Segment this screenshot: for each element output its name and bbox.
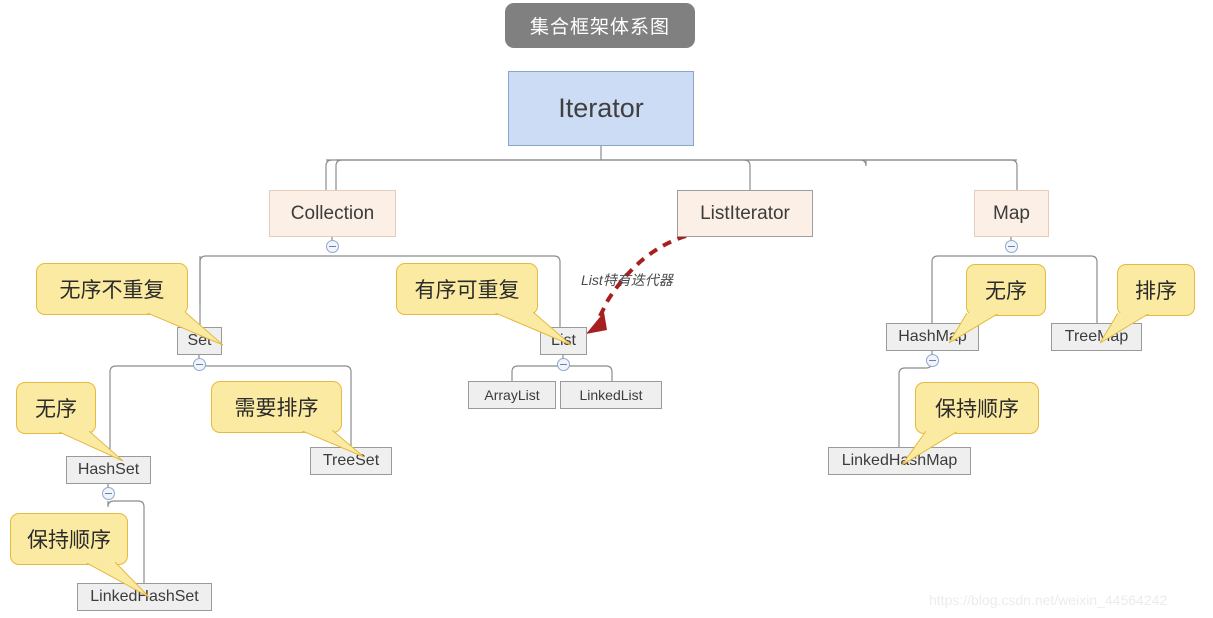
- node-arraylist-label: ArrayList: [484, 387, 540, 403]
- callout-hashmap-note-text: 无序: [985, 280, 1027, 303]
- callout-set-note-text: 无序不重复: [59, 279, 165, 302]
- callout-hashmap-note: 无序: [949, 264, 1046, 344]
- callout-treeset-note-text: 需要排序: [234, 397, 319, 420]
- watermark: https://blog.csdn.net/weixin_44564242: [929, 592, 1168, 608]
- node-linkedlist-label: LinkedList: [579, 387, 643, 403]
- callout-hashset-note-text: 无序: [35, 398, 77, 421]
- node-hashset-label: HashSet: [77, 461, 140, 478]
- diagram-canvas: 集合框架体系图 Iterator Collection ListIterator…: [0, 0, 1213, 618]
- callout-treeset-note: 需要排序: [211, 381, 365, 458]
- callout-linkedhashset-note: 保持顺序: [10, 513, 150, 598]
- collapse-toggle-set[interactable]: [193, 358, 206, 371]
- collapse-toggle-hashset[interactable]: [102, 487, 115, 500]
- callout-tail-icon: [57, 431, 124, 462]
- diagram-title: 集合框架体系图: [505, 3, 695, 48]
- callout-set-note: 无序不重复: [36, 263, 224, 346]
- node-listiterator[interactable]: ListIterator: [677, 190, 813, 237]
- collapse-toggle-map[interactable]: [1005, 240, 1018, 253]
- callout-linkedhashmap-note-text: 保持顺序: [935, 398, 1019, 421]
- callout-treemap-note: 排序: [1100, 264, 1195, 344]
- node-arraylist[interactable]: ArrayList: [468, 381, 556, 409]
- callout-linkedhashmap-note: 保持顺序: [902, 382, 1039, 466]
- callout-list-note-text: 有序可重复: [414, 279, 520, 302]
- callout-list-note: 有序可重复: [396, 263, 572, 346]
- collapse-toggle-collection[interactable]: [326, 240, 339, 253]
- collapse-toggle-hashmap[interactable]: [926, 354, 939, 367]
- node-iterator[interactable]: Iterator: [508, 71, 694, 146]
- callout-tail-icon: [145, 312, 224, 346]
- node-map-label: Map: [993, 202, 1030, 224]
- callout-tail-icon: [949, 313, 999, 344]
- callout-tail-icon: [902, 431, 959, 466]
- node-linkedlist[interactable]: LinkedList: [560, 381, 662, 409]
- callout-linkedhashset-note-text: 保持顺序: [27, 529, 111, 552]
- node-map[interactable]: Map: [974, 190, 1049, 237]
- node-collection[interactable]: Collection: [269, 190, 396, 237]
- node-iterator-label: Iterator: [558, 93, 644, 123]
- callout-tail-icon: [85, 562, 150, 598]
- node-collection-label: Collection: [290, 202, 375, 224]
- listiterator-arrow-label: List特有迭代器: [581, 272, 673, 288]
- callout-hashset-note: 无序: [16, 382, 124, 462]
- callout-treemap-note-text: 排序: [1135, 280, 1177, 303]
- callout-tail-icon: [1100, 313, 1150, 344]
- node-listiterator-label: ListIterator: [700, 202, 790, 224]
- callout-tail-icon: [300, 430, 365, 458]
- collapse-toggle-list[interactable]: [557, 358, 570, 371]
- callout-tail-icon: [493, 312, 572, 346]
